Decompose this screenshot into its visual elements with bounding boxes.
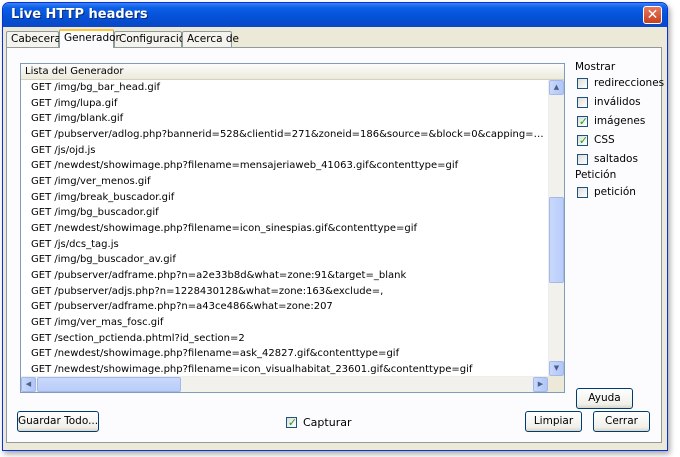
list-item[interactable]: GET /img/bg_bar_head.gif xyxy=(21,80,549,96)
checkbox-label: saltados xyxy=(594,153,638,165)
generador-panel: Lista del Generador GET /img/bg_bar_head… xyxy=(6,47,662,443)
checkbox[interactable]: ✓ xyxy=(577,115,589,128)
checkbox-label: redirecciones xyxy=(594,77,665,89)
list-item[interactable]: GET /img/bg_buscador.gif xyxy=(21,205,549,221)
list-item[interactable]: GET /js/dcs_tag.js xyxy=(21,237,549,253)
list-item[interactable]: GET /pubserver/adjs.php?n=1228430128&wha… xyxy=(21,284,549,300)
mostrar-label: Mostrar xyxy=(575,61,616,73)
checkbox-label: inválidos xyxy=(594,96,641,108)
checkbox[interactable] xyxy=(577,78,588,89)
limpiar-button[interactable]: Limpiar xyxy=(525,411,582,432)
list-item[interactable]: GET /newdest/showimage.php?filename=mens… xyxy=(21,158,549,174)
horizontal-scroll-thumb[interactable] xyxy=(37,377,181,392)
list-item[interactable]: GET /pubserver/adframe.php?n=a43ce486&wh… xyxy=(21,299,549,315)
checkbox-label: CSS xyxy=(594,134,615,146)
checkmark-icon: ✓ xyxy=(578,134,589,147)
scroll-up-button[interactable]: ▲ xyxy=(549,80,564,95)
cerrar-button[interactable]: Cerrar xyxy=(593,411,650,432)
checkbox[interactable] xyxy=(577,154,588,165)
peticion-label: Petición xyxy=(575,169,617,181)
guardar-todo-button[interactable]: Guardar Todo... xyxy=(17,411,99,432)
list-item[interactable]: GET /img/ver_mas_fosc.gif xyxy=(21,315,549,331)
checkmark-icon: ✓ xyxy=(578,115,589,128)
list-item[interactable]: GET /img/blank.gif xyxy=(21,111,549,127)
list-item[interactable]: GET /img/ver_menos.gif xyxy=(21,174,549,190)
checkbox[interactable] xyxy=(577,97,588,108)
scroll-right-button[interactable]: ▶ xyxy=(533,377,548,392)
list-item[interactable]: GET /pubserver/adlog.php?bannerid=528&cl… xyxy=(21,127,549,143)
close-button[interactable]: ✕ xyxy=(643,6,662,24)
checkbox[interactable]: ✓ xyxy=(286,416,298,429)
arrow-right-icon: ▶ xyxy=(537,380,544,388)
list-item[interactable]: GET /pubserver/adframe.php?n=a2e33b8d&wh… xyxy=(21,268,549,284)
checkbox[interactable]: ✓ xyxy=(577,134,589,147)
list-item[interactable]: GET /newdest/showimage.php?filename=icon… xyxy=(21,221,549,237)
checkbox-label: imágenes xyxy=(594,115,646,127)
scroll-left-button[interactable]: ◀ xyxy=(21,377,36,392)
arrow-down-icon: ▼ xyxy=(553,364,560,372)
close-icon: ✕ xyxy=(646,7,659,23)
tab-cabeceras[interactable]: Cabeceras xyxy=(6,31,66,47)
scroll-thumb[interactable] xyxy=(549,197,564,283)
scroll-down-button[interactable]: ▼ xyxy=(549,361,564,376)
checkmark-icon: ✓ xyxy=(287,416,298,429)
ayuda-button[interactable]: Ayuda xyxy=(576,388,633,409)
tab-configuracion[interactable]: Configuración xyxy=(114,31,192,47)
list-item[interactable]: GET /img/bg_buscador_av.gif xyxy=(21,252,549,268)
list-item[interactable]: GET /newdest/showimage.php?filename=ask_… xyxy=(21,346,549,362)
checkbox-label: petición xyxy=(594,186,636,198)
title-bar[interactable]: Live HTTP headers ✕ xyxy=(3,3,667,27)
generator-list[interactable]: Lista del Generador GET /img/bg_bar_head… xyxy=(20,63,565,393)
list-item[interactable]: GET /js/ojd.js xyxy=(21,143,549,159)
vertical-scrollbar[interactable]: ▲ ▼ xyxy=(548,80,564,376)
live-http-headers-window: Live HTTP headers ✕ Cabeceras Generador … xyxy=(2,2,668,451)
scrollbar-corner xyxy=(548,376,564,392)
checkbox[interactable] xyxy=(577,187,588,198)
arrow-left-icon: ◀ xyxy=(25,380,32,388)
list-item[interactable]: GET /img/break_buscador.gif xyxy=(21,190,549,206)
request-rows: GET /img/bg_bar_head.gif GET /img/lupa.gi… xyxy=(21,80,549,392)
window-title: Live HTTP headers xyxy=(11,7,148,22)
horizontal-scrollbar[interactable]: ◀ ▶ xyxy=(21,376,549,392)
list-header: Lista del Generador xyxy=(21,64,564,80)
list-item[interactable]: GET /img/lupa.gif xyxy=(21,96,549,112)
tab-generador[interactable]: Generador xyxy=(59,29,120,48)
tab-acerca-de[interactable]: Acerca de xyxy=(182,31,239,47)
list-item[interactable]: GET /section_pctienda.phtml?id_section=2 xyxy=(21,331,549,347)
checkbox-label: Capturar xyxy=(303,416,352,429)
arrow-up-icon: ▲ xyxy=(553,83,560,91)
